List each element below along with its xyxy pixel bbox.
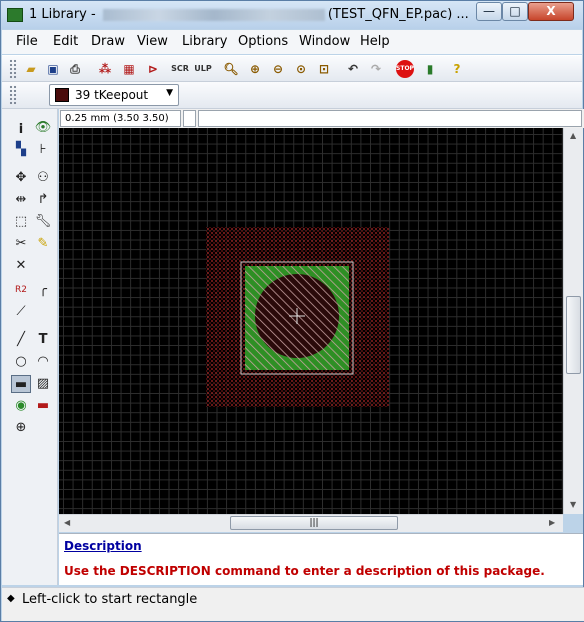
rotate-icon[interactable]: ↱ <box>33 191 53 209</box>
split-icon[interactable]: ⟋ <box>11 303 31 321</box>
redo-icon[interactable]: ↷ <box>367 60 385 78</box>
zoom-in-icon[interactable]: ⊕ <box>246 60 264 78</box>
zoom-redraw-icon[interactable]: ⊙ <box>292 60 310 78</box>
mirror-icon[interactable]: ⇹ <box>11 191 31 209</box>
menu-help[interactable]: Help <box>360 34 390 49</box>
vertical-scroll-thumb[interactable] <box>566 296 581 374</box>
smd-icon[interactable]: ▬ <box>33 397 53 415</box>
script-icon[interactable]: SCR <box>171 60 189 78</box>
go-icon[interactable]: ▮ <box>421 60 439 78</box>
maximize-button[interactable]: □ <box>502 2 528 21</box>
scroll-down-icon[interactable]: ▼ <box>570 500 576 509</box>
group-icon[interactable]: ⬚ <box>11 213 31 231</box>
description-hint: Use the DESCRIPTION command to enter a d… <box>64 564 545 578</box>
display-icon[interactable]: ▚ <box>11 141 31 159</box>
library-window: 1 Library - (TEST_QFN_EP.pac) ... — □ X … <box>0 0 584 622</box>
minimize-button[interactable]: — <box>476 2 502 21</box>
move-icon[interactable]: ✥ <box>11 169 31 187</box>
drawing-canvas[interactable] <box>59 128 563 514</box>
eagle-app-icon <box>7 8 23 22</box>
command-toolbar: i 👁︎ ▚ ⊦ ✥ ⚇ ⇹ ↱ ⬚ 🔧︎ ✂ ✎ ✕ R2 ╭ ⟋ ╱ T ○… <box>2 109 58 585</box>
symbol-icon[interactable]: ⊳ <box>144 60 162 78</box>
title-bar[interactable]: 1 Library - (TEST_QFN_EP.pac) ... — □ X <box>1 1 583 29</box>
scroll-up-icon[interactable]: ▲ <box>570 131 576 140</box>
cut-icon[interactable]: ✂ <box>11 235 31 253</box>
blurred-path <box>102 8 325 21</box>
description-pane: Description Use the DESCRIPTION command … <box>59 533 583 585</box>
status-diamond-icon: ◆ <box>7 593 15 604</box>
menu-draw[interactable]: Draw <box>91 34 125 49</box>
copy-icon[interactable]: ⚇ <box>33 169 53 187</box>
coordinate-row: 0.25 mm (3.50 3.50) <box>59 109 584 128</box>
paste-icon[interactable]: ✎ <box>33 235 53 253</box>
arc-icon[interactable]: ◠ <box>33 353 53 371</box>
zoom-fit-icon[interactable]: 🔍︎ <box>222 60 240 78</box>
toolbar-grip[interactable] <box>9 59 17 79</box>
close-button[interactable]: X <box>528 2 574 21</box>
zoom-out-icon[interactable]: ⊖ <box>269 60 287 78</box>
menu-options[interactable]: Options <box>238 34 288 49</box>
title-prefix: 1 Library - <box>29 7 100 22</box>
layer-dropdown[interactable]: 39 tKeepout ▼ <box>49 84 179 106</box>
wire-icon[interactable]: ╱ <box>11 331 31 349</box>
ulp-icon[interactable]: ULP <box>194 60 212 78</box>
menu-view[interactable]: View <box>137 34 168 49</box>
device-icon[interactable]: ▦ <box>120 60 138 78</box>
undo-icon[interactable]: ↶ <box>344 60 362 78</box>
layer-color-swatch <box>55 88 69 102</box>
save-icon[interactable]: ▣ <box>44 60 62 78</box>
name-icon[interactable]: R2 <box>11 281 31 299</box>
mark-icon[interactable]: ⊦ <box>33 141 53 159</box>
miter-icon[interactable]: ╭ <box>33 281 53 299</box>
parameter-toolbar: 39 tKeepout ▼ <box>2 82 582 109</box>
horizontal-scrollbar[interactable]: ◀ ||| ▶ <box>59 514 563 532</box>
description-link[interactable]: Description <box>64 539 142 553</box>
text-icon[interactable]: T <box>33 331 53 349</box>
package-drawing <box>206 227 389 407</box>
menu-library[interactable]: Library <box>182 34 227 49</box>
vertical-scrollbar[interactable]: ▲ ▼ <box>563 128 583 514</box>
chevron-down-icon: ▼ <box>166 88 173 98</box>
title-suffix: (TEST_QFN_EP.pac) ... <box>327 7 469 22</box>
coordinate-spacer <box>183 110 196 127</box>
delete-icon[interactable]: ✕ <box>11 257 31 275</box>
menu-bar: File Edit Draw View Library Options Wind… <box>2 30 582 54</box>
via-icon[interactable]: ◉ <box>11 397 31 415</box>
scroll-left-icon[interactable]: ◀ <box>64 518 70 527</box>
change-icon[interactable]: 🔧︎ <box>33 213 53 231</box>
open-icon[interactable]: ▰ <box>22 60 40 78</box>
help-icon[interactable]: ? <box>448 60 466 78</box>
status-message: Left-click to start rectangle <box>22 592 198 607</box>
zoom-select-icon[interactable]: ⊡ <box>315 60 333 78</box>
hole-icon[interactable]: ⊕ <box>11 419 31 437</box>
menu-file[interactable]: File <box>16 34 38 49</box>
layer-name: 39 tKeepout <box>75 88 149 102</box>
polygon-icon[interactable]: ▨ <box>33 375 53 393</box>
main-toolbar: ▰ ▣ ⎙ ⁂ ▦ ⊳ SCR ULP 🔍︎ ⊕ ⊖ ⊙ ⊡ ↶ ↷ STOP … <box>2 55 582 82</box>
window-title: 1 Library - (TEST_QFN_EP.pac) ... <box>29 7 469 22</box>
coordinate-display: 0.25 mm (3.50 3.50) <box>60 110 181 127</box>
menu-edit[interactable]: Edit <box>53 34 78 49</box>
package-icon[interactable]: ⁂ <box>96 60 114 78</box>
menu-window[interactable]: Window <box>299 34 350 49</box>
info-icon[interactable]: i <box>11 121 31 139</box>
show-icon[interactable]: 👁︎ <box>33 119 53 137</box>
rect-icon[interactable]: ▬ <box>11 375 31 393</box>
command-line-input[interactable] <box>198 110 582 127</box>
stop-icon[interactable]: STOP <box>396 60 414 78</box>
horizontal-scroll-thumb[interactable]: ||| <box>230 516 398 530</box>
scroll-right-icon[interactable]: ▶ <box>549 518 555 527</box>
print-icon[interactable]: ⎙ <box>66 60 84 78</box>
toolbar-grip[interactable] <box>9 85 17 105</box>
status-bar: ◆ Left-click to start rectangle <box>2 587 584 621</box>
circle-icon[interactable]: ○ <box>11 353 31 371</box>
